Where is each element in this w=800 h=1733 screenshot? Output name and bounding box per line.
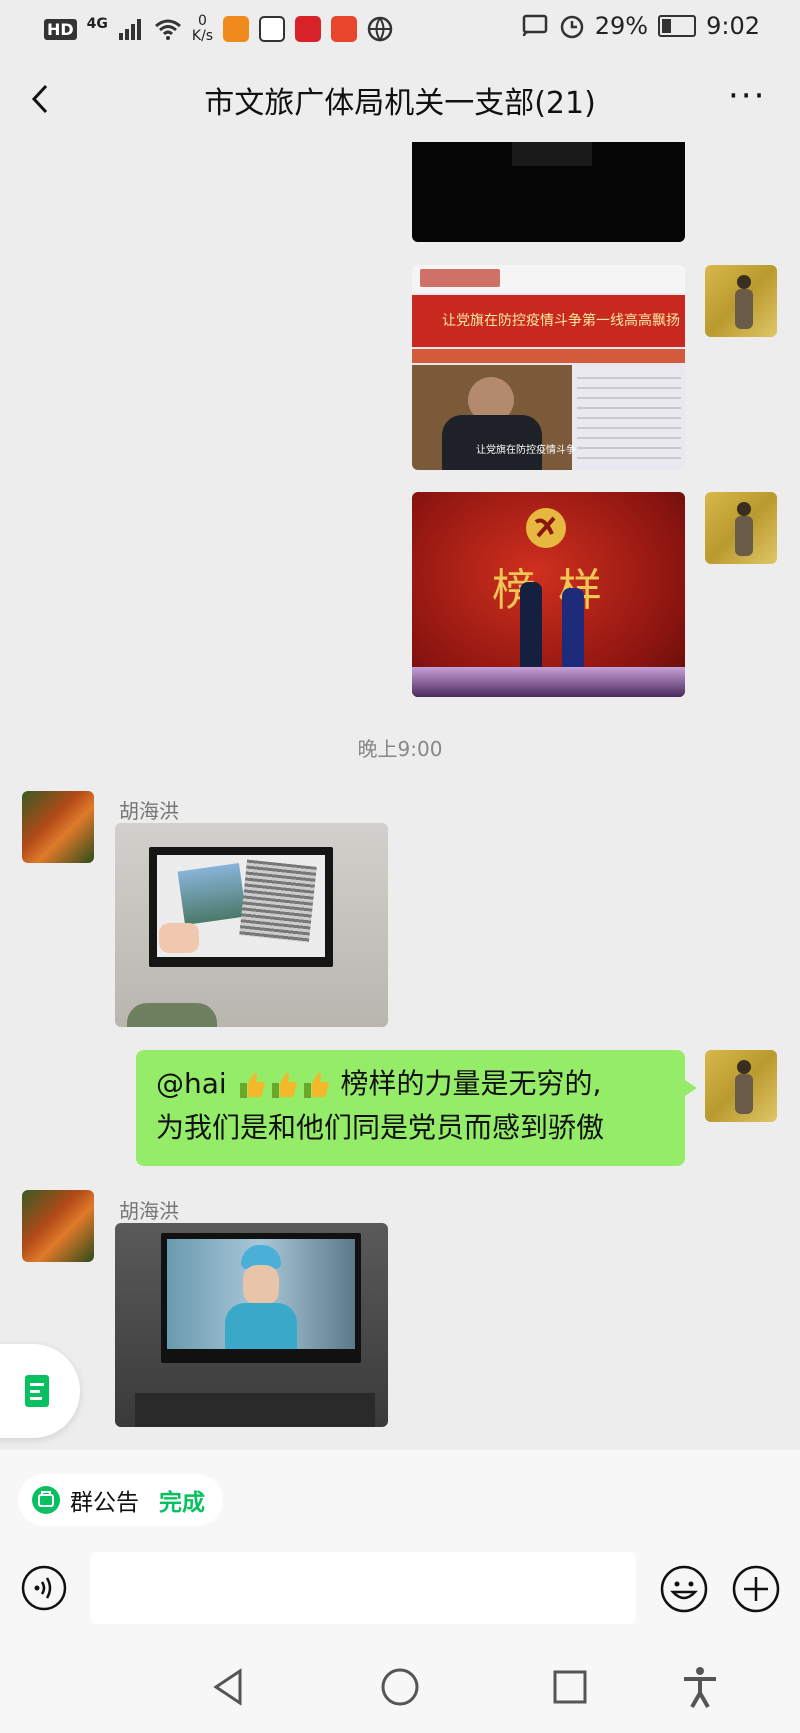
thumbs-up-emoji-icon (303, 1073, 329, 1098)
status-bar: HD 4G 0 K/s 29% 9:02 (0, 0, 800, 56)
battery-icon (658, 15, 697, 37)
chat-title: 市文旅广体局机关一支部(21) (204, 86, 596, 121)
thumbs-up-emoji-icon (271, 1073, 297, 1098)
more-options-button[interactable]: ··· (728, 79, 766, 113)
message-line-1: @hai 榜样的力量是无穷的, (156, 1062, 665, 1106)
sender-name: 胡海洪 (119, 1199, 179, 1223)
notice-icon (32, 1486, 60, 1514)
banner-text: 让党旗在防控疫情斗争第一线高高飘扬 (442, 313, 680, 329)
chat-header: 市文旅广体局机关一支部(21) ··· (0, 56, 800, 142)
emoji-icon[interactable] (659, 1564, 709, 1614)
message-line-2: 为我们是和他们同是党员而感到骄傲 (156, 1111, 605, 1144)
browser-icon (367, 16, 393, 42)
group-notice-pill[interactable]: 群公告 完成 (18, 1474, 223, 1526)
speed-unit: K/s (191, 28, 214, 44)
app-notification-icon (223, 16, 250, 42)
document-icon (25, 1375, 49, 1407)
notice-label: 群公告 (70, 1490, 139, 1516)
battery-percent: 29% (594, 12, 649, 40)
network-type: 4G (86, 16, 108, 32)
image-message-stage[interactable]: 榜样 (412, 492, 685, 697)
floating-document-button[interactable] (0, 1344, 80, 1438)
image-message[interactable] (412, 142, 685, 242)
app-notification-icon (295, 16, 322, 42)
nav-home-icon[interactable] (378, 1665, 422, 1709)
nav-back-icon[interactable] (208, 1665, 252, 1709)
message-input[interactable] (90, 1552, 636, 1624)
image-message-webpage[interactable]: 让党旗在防控疫情斗争第一线高高飘扬 让党旗在防控疫情斗争第一线高高飘扬 (412, 265, 685, 470)
message-text: 榜样的力量是无穷的, (340, 1067, 602, 1100)
stage-title: 榜样 (492, 565, 624, 616)
sender-name: 胡海洪 (119, 799, 179, 823)
hd-indicator: HD (44, 18, 77, 40)
avatar[interactable] (705, 492, 777, 564)
wifi-icon (154, 19, 181, 40)
plus-icon[interactable] (731, 1564, 781, 1614)
sender-avatar[interactable] (22, 1190, 94, 1262)
signal-icon (118, 19, 141, 40)
speed-value: 0 (198, 13, 207, 29)
alarm-icon (560, 15, 583, 39)
avatar[interactable] (705, 265, 777, 337)
image-message-tv-nurse[interactable] (115, 1223, 388, 1427)
notice-done-button[interactable]: 完成 (159, 1483, 205, 1517)
text-message-bubble[interactable]: @hai 榜样的力量是无穷的, 为我们是和他们同是党员而感到骄傲 (136, 1050, 697, 1166)
message-timestamp: 晚上9:00 (357, 737, 443, 761)
status-left: HD 4G 0 K/s (44, 14, 393, 44)
mention: @hai (156, 1067, 227, 1100)
network-speed: 0 K/s (192, 14, 213, 44)
clock: 9:02 (706, 12, 760, 40)
thumbs-up-emoji-icon (239, 1073, 265, 1098)
sender-avatar[interactable] (22, 791, 94, 863)
nav-recents-icon[interactable] (548, 1665, 592, 1709)
status-right: 29% 9:02 (521, 12, 760, 40)
voice-input-icon[interactable] (20, 1564, 68, 1612)
image-message-tv[interactable] (115, 823, 388, 1027)
avatar[interactable] (705, 1050, 777, 1122)
party-emblem-icon (526, 508, 566, 548)
app-notification-icon (259, 16, 286, 42)
cast-icon (522, 14, 547, 37)
accessibility-icon[interactable] (678, 1665, 722, 1709)
app-notification-icon (331, 16, 358, 42)
